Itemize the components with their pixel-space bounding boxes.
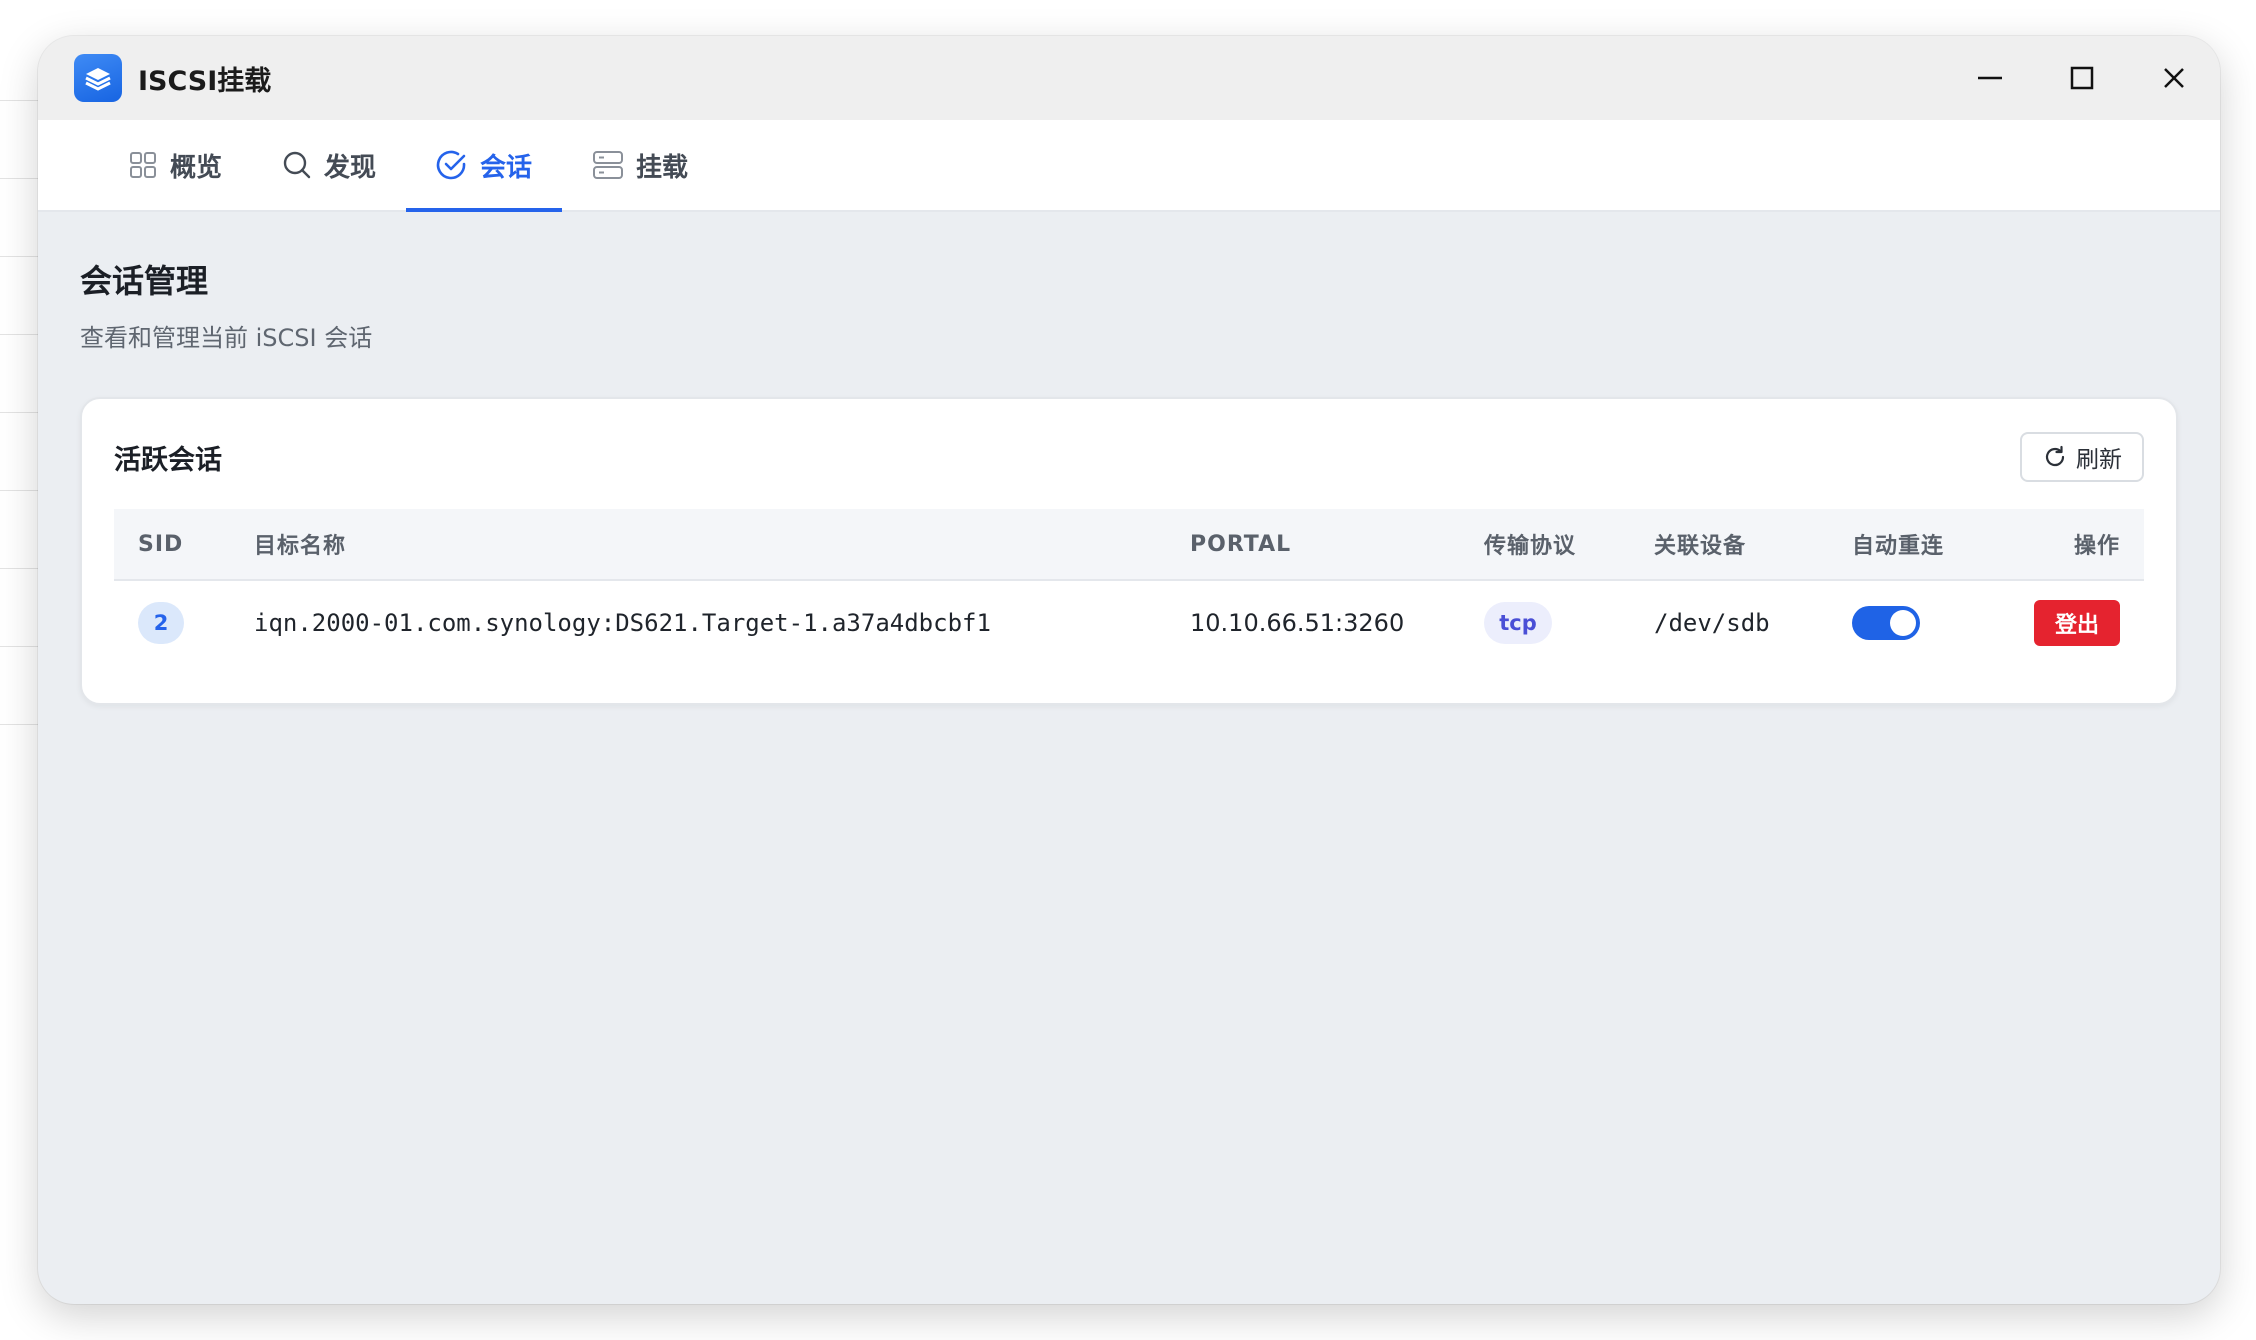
sid-badge: 2 <box>138 602 184 644</box>
tab-bar: 概览 发现 会话 挂载 <box>38 120 2220 212</box>
search-icon <box>283 151 311 179</box>
minimize-icon <box>1978 76 2002 80</box>
server-icon <box>593 151 624 179</box>
background-window-edge <box>0 60 40 780</box>
maximize-icon <box>2070 66 2094 90</box>
app-window: ISCSI挂载 概览 发现 会话 挂载 会话管理 查看和管理当前 iSCSI 会… <box>38 36 2220 1304</box>
transport-badge: tcp <box>1484 602 1552 644</box>
portal-address: 10.10.66.51:3260 <box>1190 609 1405 637</box>
target-name: iqn.2000-01.com.synology:DS621.Target-1.… <box>254 609 991 637</box>
tab-sessions-label: 会话 <box>480 152 533 183</box>
check-circle-icon <box>436 150 466 180</box>
tab-mount[interactable]: 挂载 <box>562 120 718 210</box>
main-content: 会话管理 查看和管理当前 iSCSI 会话 活跃会话 刷新 SID 目标名称 P… <box>38 212 2220 705</box>
page-title: 会话管理 <box>80 262 209 300</box>
tab-overview-label: 概览 <box>170 152 223 183</box>
logout-button[interactable]: 登出 <box>2034 600 2120 646</box>
tab-sessions[interactable]: 会话 <box>406 120 563 212</box>
header-actions: 操作 <box>2022 509 2144 581</box>
header-transport: 传输协议 <box>1484 509 1654 581</box>
grid-icon <box>130 152 156 178</box>
maximize-button[interactable] <box>2036 36 2128 120</box>
card-header: 活跃会话 刷新 <box>114 429 2144 485</box>
app-title: ISCSI挂载 <box>138 65 272 97</box>
refresh-button[interactable]: 刷新 <box>2020 432 2144 482</box>
active-sessions-card: 活跃会话 刷新 SID 目标名称 PORTAL 传输协议 关联设备 自动重连 操… <box>80 397 2178 705</box>
table-row: 2 iqn.2000-01.com.synology:DS621.Target-… <box>114 580 2144 665</box>
tab-mount-label: 挂载 <box>636 152 689 183</box>
refresh-label: 刷新 <box>2076 447 2122 473</box>
auto-reconnect-toggle[interactable] <box>1852 606 1920 640</box>
refresh-icon <box>2045 445 2065 467</box>
page-subtitle: 查看和管理当前 iSCSI 会话 <box>80 324 373 352</box>
header-sid: SID <box>114 509 254 581</box>
minimize-button[interactable] <box>1944 36 2036 120</box>
table-header-row: SID 目标名称 PORTAL 传输协议 关联设备 自动重连 操作 <box>114 509 2144 581</box>
title-bar: ISCSI挂载 <box>38 36 2220 120</box>
header-portal: PORTAL <box>1190 509 1484 581</box>
toggle-knob <box>1890 610 1916 636</box>
app-logo-icon <box>74 54 122 102</box>
sessions-table: SID 目标名称 PORTAL 传输协议 关联设备 自动重连 操作 2 iqn.… <box>114 509 2144 665</box>
tab-discover-label: 发现 <box>324 152 377 183</box>
close-button[interactable] <box>2128 36 2220 120</box>
header-auto-reconnect: 自动重连 <box>1852 509 2022 581</box>
tab-discover[interactable]: 发现 <box>252 120 406 210</box>
header-device: 关联设备 <box>1654 509 1852 581</box>
close-icon <box>2164 68 2184 88</box>
window-controls <box>1944 36 2220 120</box>
card-title: 活跃会话 <box>114 444 222 476</box>
tab-overview[interactable]: 概览 <box>98 120 252 210</box>
header-target: 目标名称 <box>254 509 1190 581</box>
device-path: /dev/sdb <box>1654 609 1770 637</box>
